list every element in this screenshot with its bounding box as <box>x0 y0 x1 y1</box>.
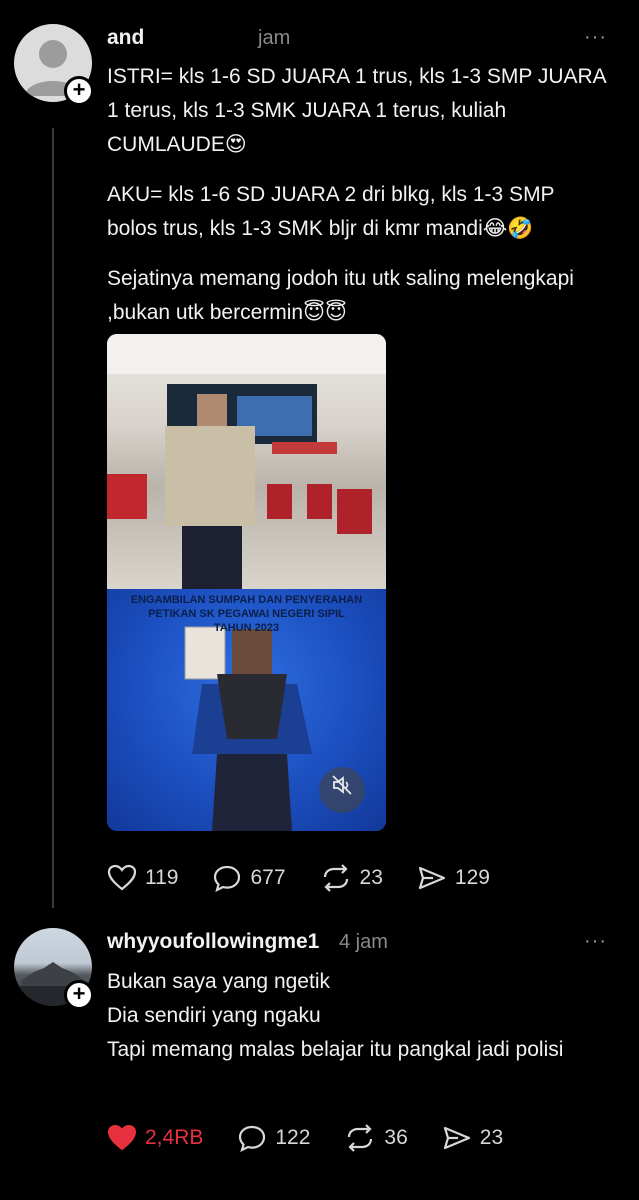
post-paragraph: Sejatinya memang jodoh itu utk saling me… <box>107 267 580 324</box>
follow-plus-icon[interactable]: + <box>64 76 94 106</box>
username[interactable]: whyyoufollowingme1 <box>107 930 319 954</box>
post-paragraph: ISTRI= kls 1-6 SD JUARA 1 trus, kls 1-3 … <box>107 65 612 156</box>
post-actions: 119 677 23 129 <box>107 862 524 894</box>
timestamp: 4 jam <box>339 931 388 953</box>
comment-icon <box>214 865 241 892</box>
share-count: 23 <box>479 1126 504 1149</box>
post-line: Bukan saya yang ngetik <box>107 970 330 993</box>
mute-icon[interactable] <box>319 767 365 813</box>
thread-line <box>52 128 54 908</box>
repost-count: 36 <box>384 1126 408 1149</box>
like-count: 119 <box>145 866 179 889</box>
like-button[interactable]: 119 <box>107 864 178 892</box>
share-icon <box>443 1126 470 1150</box>
repost-button[interactable]: 23 <box>320 864 383 892</box>
like-button[interactable]: 2,4RB <box>107 1124 203 1152</box>
comment-icon <box>239 1125 266 1152</box>
video-frame-top <box>107 334 386 589</box>
post-text: ISTRI= kls 1-6 SD JUARA 1 trus, kls 1-3 … <box>107 60 607 346</box>
repost-icon <box>323 864 348 892</box>
like-count: 2,4RB <box>145 1126 204 1149</box>
more-icon[interactable]: ··· <box>584 26 607 49</box>
reply-count: 122 <box>275 1126 311 1149</box>
share-button[interactable]: 129 <box>417 864 490 892</box>
video-banner-text: ENGAMBILAN SUMPAH DAN PENYERAHAN PETIKAN… <box>130 594 363 634</box>
post-line: Dia sendiri yang ngaku <box>107 1004 321 1027</box>
more-icon[interactable]: ··· <box>584 930 607 953</box>
hall-scene <box>107 334 386 589</box>
share-icon <box>418 866 445 890</box>
post-actions: 2,4RB 122 36 23 <box>107 1122 537 1154</box>
username[interactable]: and <box>107 26 144 50</box>
post-video[interactable]: ENGAMBILAN SUMPAH DAN PENYERAHAN PETIKAN… <box>107 334 386 831</box>
post-text: Bukan saya yang ngetik Dia sendiri yang … <box>107 965 607 1067</box>
share-count: 129 <box>454 866 490 889</box>
timestamp: jam <box>258 27 291 49</box>
repost-count: 23 <box>359 866 383 889</box>
reply-count: 677 <box>250 866 286 889</box>
heart-icon <box>107 1124 137 1151</box>
reply-button[interactable]: 677 <box>212 864 286 892</box>
repost-button[interactable]: 36 <box>344 1124 408 1152</box>
heart-icon <box>107 864 137 891</box>
post-paragraph: AKU= kls 1-6 SD JUARA 2 dri blkg, kls 1-… <box>107 183 561 240</box>
share-button[interactable]: 23 <box>442 1124 503 1152</box>
reply-button[interactable]: 122 <box>237 1124 310 1152</box>
repost-icon <box>348 1124 373 1152</box>
post-line: Tapi memang malas belajar itu pangkal ja… <box>107 1038 564 1061</box>
follow-plus-icon[interactable]: + <box>64 980 94 1010</box>
